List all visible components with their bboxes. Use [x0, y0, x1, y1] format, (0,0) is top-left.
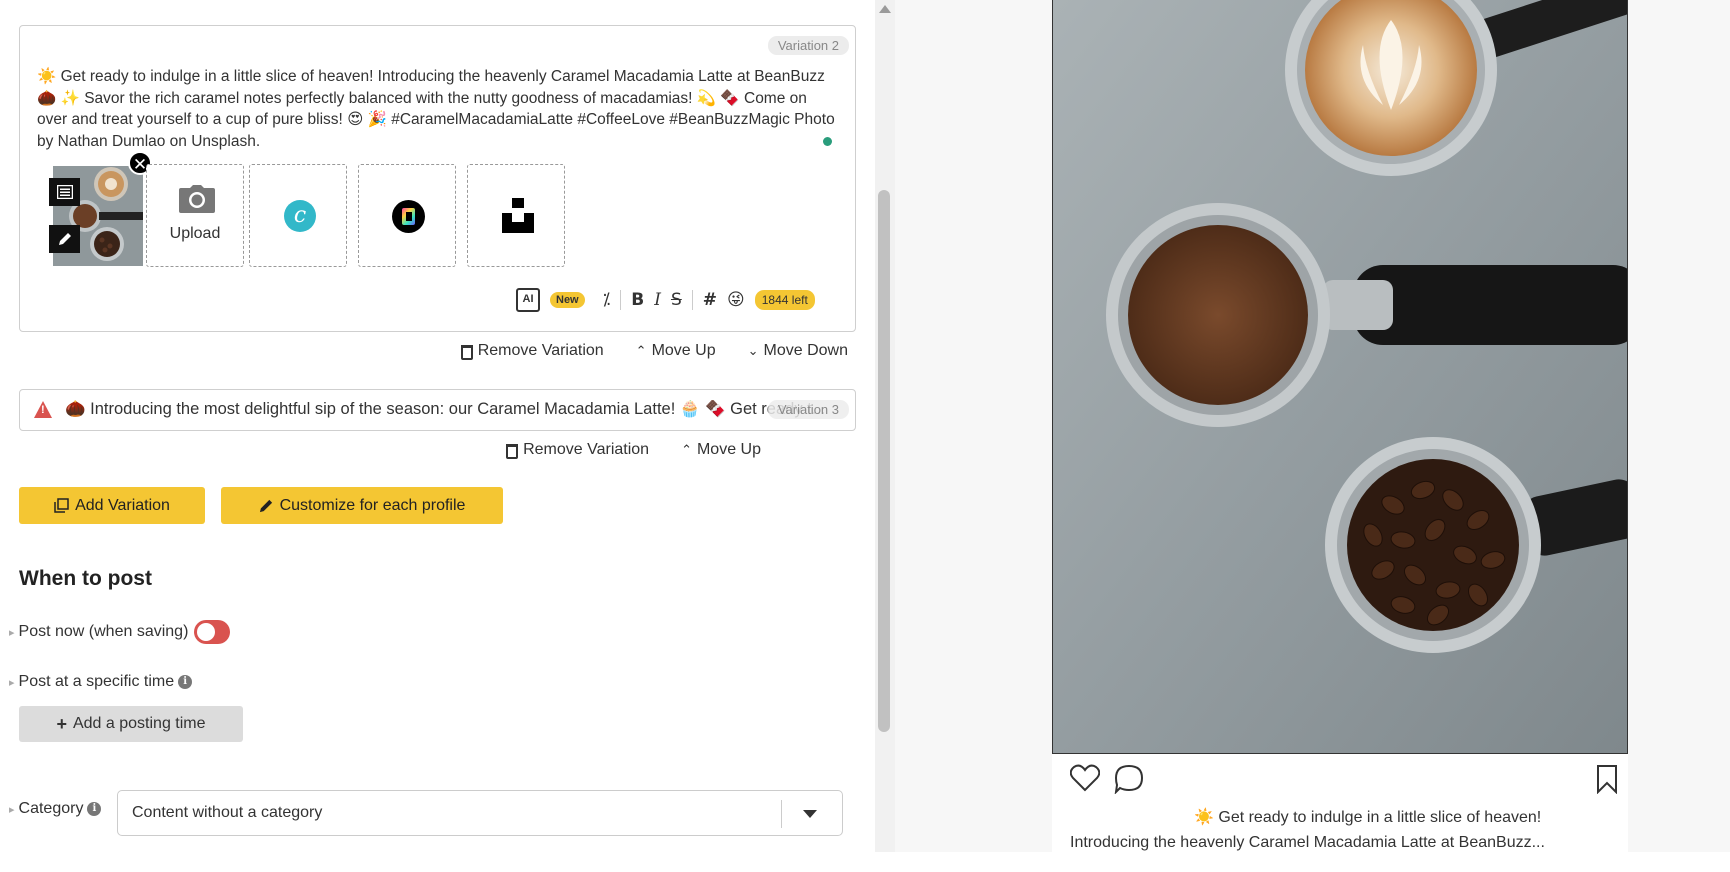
canva-tile[interactable]: c: [249, 164, 347, 267]
variation-3-collapsed[interactable]: ! 🌰 Introducing the most delightful sip …: [19, 389, 856, 431]
variation-3-preview-text: 🌰 Introducing the most delightful sip of…: [65, 400, 826, 418]
plus-icon: +: [56, 713, 67, 734]
scroll-up-icon[interactable]: [879, 5, 891, 13]
move-up-label: Move Up: [651, 342, 716, 359]
post-caption: ☀️ Get ready to indulge in a little slic…: [1052, 805, 1628, 855]
pencil-icon: [58, 233, 71, 245]
remove-variation-button[interactable]: Remove Variation: [506, 441, 649, 459]
scrollbar-thumb[interactable]: [878, 190, 890, 732]
customize-profile-button[interactable]: Customize for each profile: [221, 487, 503, 524]
select-divider: [781, 800, 782, 828]
trash-icon: [506, 443, 519, 459]
arrow-right-icon: ▸: [9, 626, 15, 639]
instagram-post-preview: ☀️ Get ready to indulge in a little slic…: [1052, 0, 1628, 852]
variation-3-actions: Remove Variation ⌃ Move Up: [506, 441, 761, 459]
dropdown-arrow-icon[interactable]: [803, 810, 817, 818]
category-label: Category: [18, 800, 84, 817]
move-up-button[interactable]: ⌃ Move Up: [636, 342, 716, 360]
post-now-option: ▸ Post now (when saving): [9, 620, 231, 644]
move-down-label: Move Down: [763, 342, 848, 359]
list-icon: [56, 184, 73, 200]
upload-tile[interactable]: Upload: [146, 164, 244, 267]
magic-wand-icon[interactable]: ⁒: [603, 290, 611, 310]
canva-icon: c: [284, 200, 316, 232]
remove-variation-button[interactable]: Remove Variation: [460, 342, 604, 360]
bottom-strip: [0, 852, 1730, 872]
chevron-down-icon: ⌄: [747, 343, 759, 359]
move-up-label: Move Up: [696, 441, 761, 458]
unsplash-tile[interactable]: [467, 164, 565, 267]
ai-assistant-icon[interactable]: AI: [516, 288, 540, 312]
post-now-label: Post now (when saving): [18, 623, 189, 640]
picsart-icon: [392, 200, 425, 233]
alt-text-button[interactable]: [49, 178, 80, 206]
category-select[interactable]: Content without a category: [117, 790, 843, 836]
heart-icon[interactable]: [1070, 764, 1100, 792]
move-down-button[interactable]: ⌄ Move Down: [748, 342, 848, 360]
editor-scrollbar[interactable]: [875, 0, 895, 852]
warning-icon: !: [34, 401, 52, 418]
post-editor-panel: Variation 2 ☀️ Get ready to indulge in a…: [0, 0, 875, 872]
caption-line-1: ☀️ Get ready to indulge in a little slic…: [1194, 809, 1542, 826]
add-posting-time-button[interactable]: + Add a posting time: [19, 706, 243, 742]
pencil-icon: [259, 499, 272, 513]
new-badge: New: [550, 292, 585, 308]
variation-2-actions: Remove Variation ⌃ Move Up ⌄ Move Down: [460, 342, 848, 360]
when-to-post-heading: When to post: [19, 567, 152, 590]
camera-icon: [179, 185, 215, 213]
strikethrough-button[interactable]: S: [671, 290, 682, 310]
variation-2-badge: Variation 2: [767, 36, 849, 55]
unsplash-icon: [502, 198, 534, 233]
remove-variation-label: Remove Variation: [477, 342, 604, 359]
specific-time-option: ▸ Post at a specific time i: [9, 673, 193, 691]
info-icon[interactable]: i: [87, 802, 102, 816]
remove-variation-label: Remove Variation: [523, 441, 650, 458]
emoji-button[interactable]: 😜: [727, 290, 745, 310]
chevron-up-icon: ⌃: [681, 442, 692, 458]
copy-icon: [54, 498, 69, 513]
editor-toolbar: AI New ⁒ B I S # 😜 1844 left: [516, 288, 815, 312]
picsart-tile[interactable]: [358, 164, 456, 267]
variation-3-badge: Variation 3: [767, 400, 849, 419]
bookmark-icon[interactable]: [1596, 764, 1618, 794]
upload-label: Upload: [169, 225, 221, 242]
status-dot: [823, 137, 832, 146]
chevron-up-icon: ⌃: [635, 343, 647, 359]
trash-icon: [460, 344, 473, 360]
edit-image-button[interactable]: [49, 225, 80, 253]
arrow-right-icon: ▸: [9, 676, 15, 689]
category-option: ▸ Category i: [9, 800, 102, 818]
arrow-right-icon: ▸: [9, 803, 15, 816]
move-up-button[interactable]: ⌃ Move Up: [681, 441, 761, 459]
toolbar-divider: [620, 290, 622, 310]
category-value: Content without a category: [132, 804, 323, 821]
specific-time-label: Post at a specific time: [18, 673, 175, 690]
post-now-toggle[interactable]: [194, 620, 231, 644]
info-icon[interactable]: i: [178, 675, 193, 689]
post-image: [1052, 0, 1628, 754]
hashtag-button[interactable]: #: [703, 290, 717, 310]
add-variation-label: Add Variation: [75, 496, 170, 514]
customize-label: Customize for each profile: [279, 496, 466, 514]
italic-button[interactable]: I: [654, 290, 661, 310]
variation-2-text[interactable]: ☀️ Get ready to indulge in a little slic…: [37, 66, 837, 152]
comment-icon[interactable]: [1114, 764, 1144, 794]
add-variation-button[interactable]: Add Variation: [19, 487, 205, 524]
characters-left-badge: 1844 left: [754, 290, 815, 310]
bold-button[interactable]: B: [631, 290, 644, 310]
preview-panel: ☀️ Get ready to indulge in a little slic…: [895, 0, 1730, 852]
toolbar-divider: [691, 290, 693, 310]
instagram-actions: [1052, 764, 1628, 798]
add-posting-time-label: Add a posting time: [72, 715, 206, 732]
